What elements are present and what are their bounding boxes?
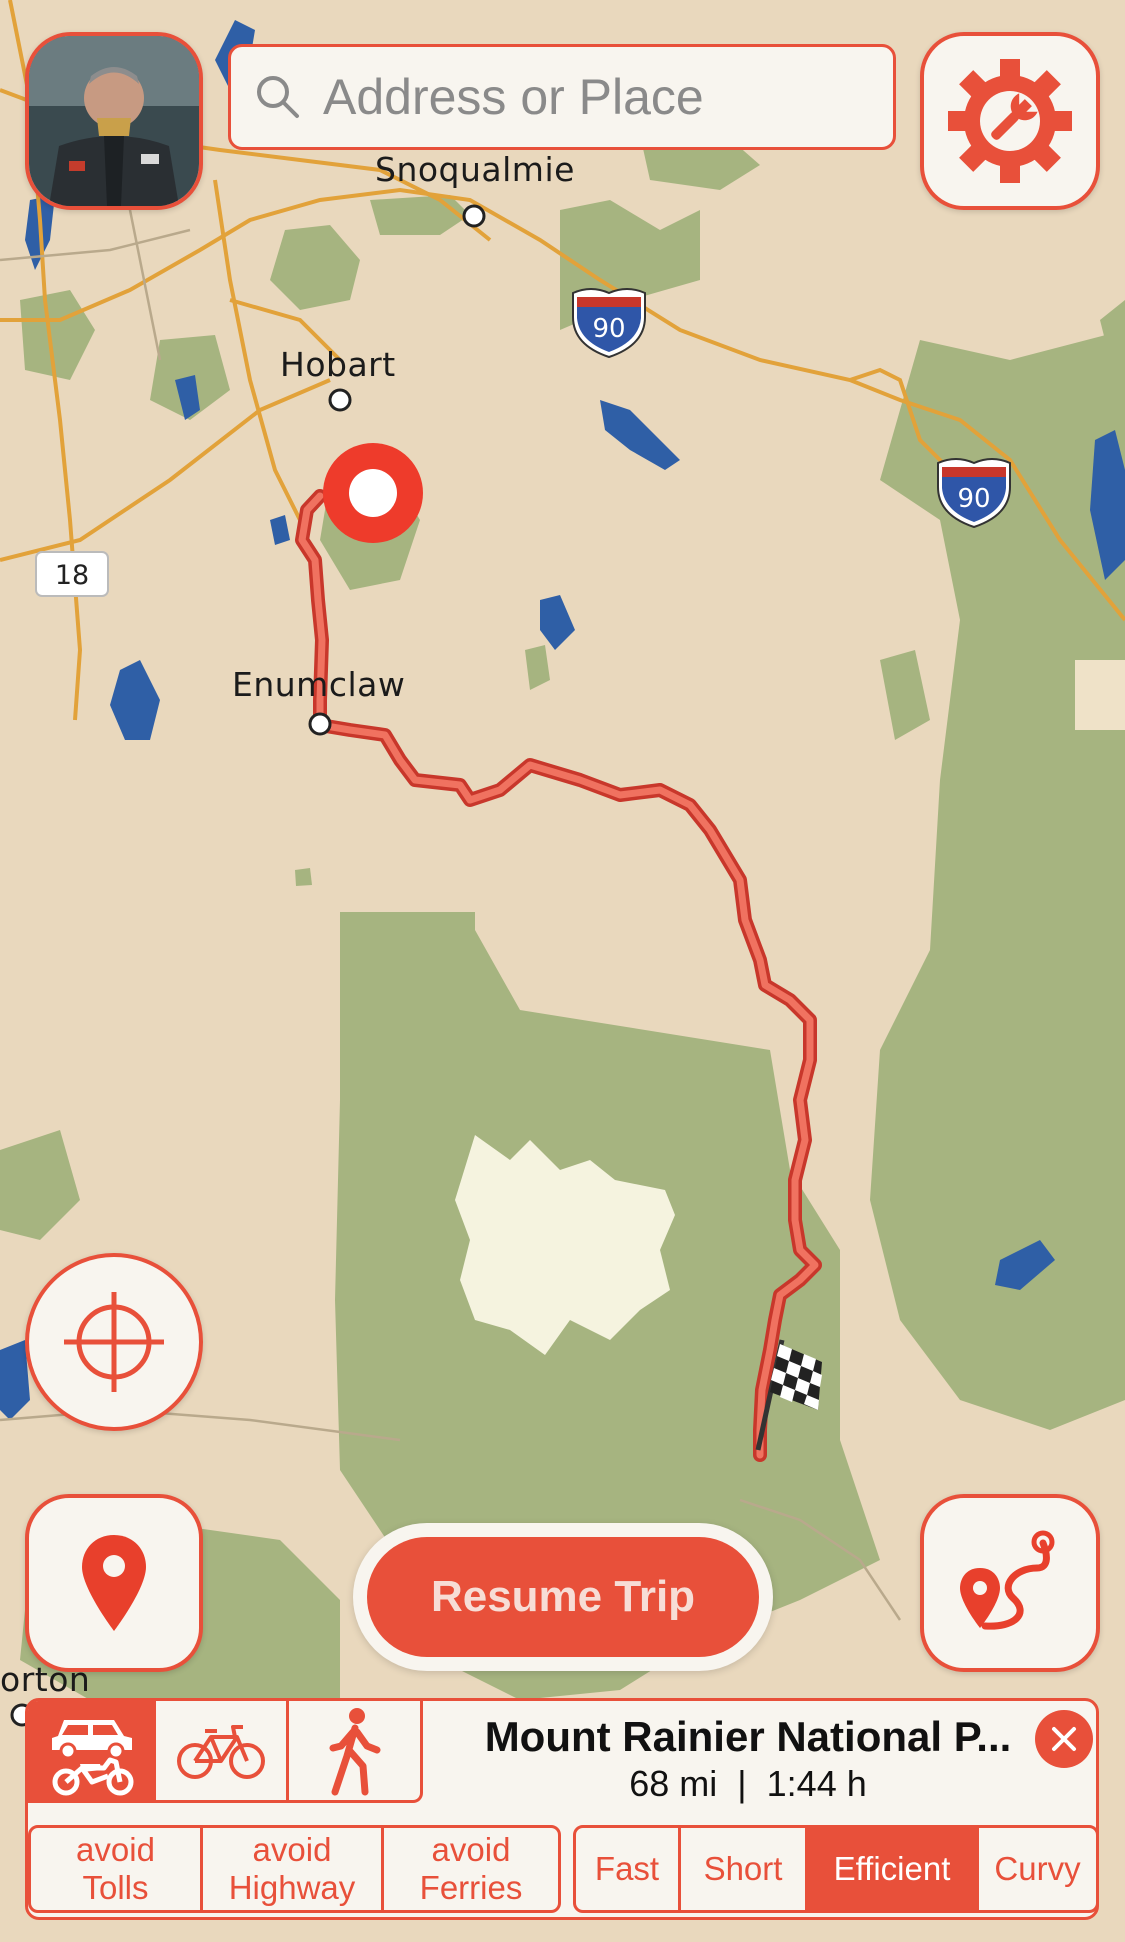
svg-text:90: 90 <box>957 484 990 514</box>
close-trip-button[interactable] <box>1035 1710 1093 1768</box>
drop-pin-button[interactable] <box>25 1494 203 1672</box>
crosshair-icon <box>64 1292 164 1392</box>
route-profile-selector: Fast Short Efficient Curvy <box>573 1825 1099 1913</box>
bicycle-icon <box>177 1724 265 1779</box>
car-motorcycle-icon <box>52 1719 134 1795</box>
avoid-options: avoid Tolls avoid Highway avoid Ferries <box>28 1825 561 1913</box>
hobart-dot <box>328 388 352 412</box>
travel-mode-selector <box>28 1701 423 1803</box>
enumclaw-dot <box>308 712 332 736</box>
avatar-button[interactable] <box>25 32 203 210</box>
trip-separator: | <box>737 1763 747 1804</box>
mode-walking-button[interactable] <box>289 1701 420 1800</box>
settings-button[interactable] <box>920 32 1100 210</box>
walking-icon <box>329 1707 380 1795</box>
mode-car-motorcycle-button[interactable] <box>28 1701 156 1800</box>
label-enumclaw: Enumclaw <box>232 665 406 704</box>
avoid-ferries-toggle[interactable]: avoid Ferries <box>384 1828 558 1910</box>
mode-bicycle-button[interactable] <box>156 1701 289 1800</box>
route-icon <box>960 1530 1055 1630</box>
trip-distance: 68 mi <box>629 1763 718 1804</box>
resume-trip-container: Resume Trip <box>353 1523 773 1671</box>
profile-curvy-button[interactable]: Curvy <box>979 1828 1096 1910</box>
avatar <box>29 36 199 206</box>
avoid-highway-toggle[interactable]: avoid Highway <box>203 1828 384 1910</box>
avoid-tolls-toggle[interactable]: avoid Tolls <box>31 1828 203 1910</box>
label-snoqualmie: Snoqualmie <box>375 150 575 189</box>
svg-text:18: 18 <box>55 560 89 591</box>
destination-name: Mount Rainier National P... <box>484 1713 1012 1760</box>
trip-panel: Mount Rainier National P... 68 mi | 1:44… <box>25 1698 1099 1920</box>
map-pin-icon <box>82 1535 146 1631</box>
sr18-shield: 18 <box>35 551 109 597</box>
close-icon <box>1052 1727 1076 1751</box>
snoqualmie-dot <box>462 204 486 228</box>
search-bar[interactable] <box>228 44 896 150</box>
svg-text:90: 90 <box>592 314 625 344</box>
label-hobart: Hobart <box>280 345 396 384</box>
resume-trip-button[interactable]: Resume Trip <box>367 1537 759 1657</box>
search-input[interactable] <box>323 68 863 126</box>
profile-fast-button[interactable]: Fast <box>576 1828 681 1910</box>
trip-duration: 1:44 h <box>766 1763 867 1804</box>
search-icon <box>257 76 299 118</box>
profile-short-button[interactable]: Short <box>681 1828 808 1910</box>
gear-wrench-icon <box>948 59 1072 183</box>
route-planner-button[interactable] <box>920 1494 1100 1672</box>
trip-summary: 68 mi | 1:44 h <box>448 1763 1048 1805</box>
locate-me-button[interactable] <box>25 1253 203 1431</box>
profile-efficient-button[interactable]: Efficient <box>808 1828 979 1910</box>
start-marker <box>323 443 423 543</box>
